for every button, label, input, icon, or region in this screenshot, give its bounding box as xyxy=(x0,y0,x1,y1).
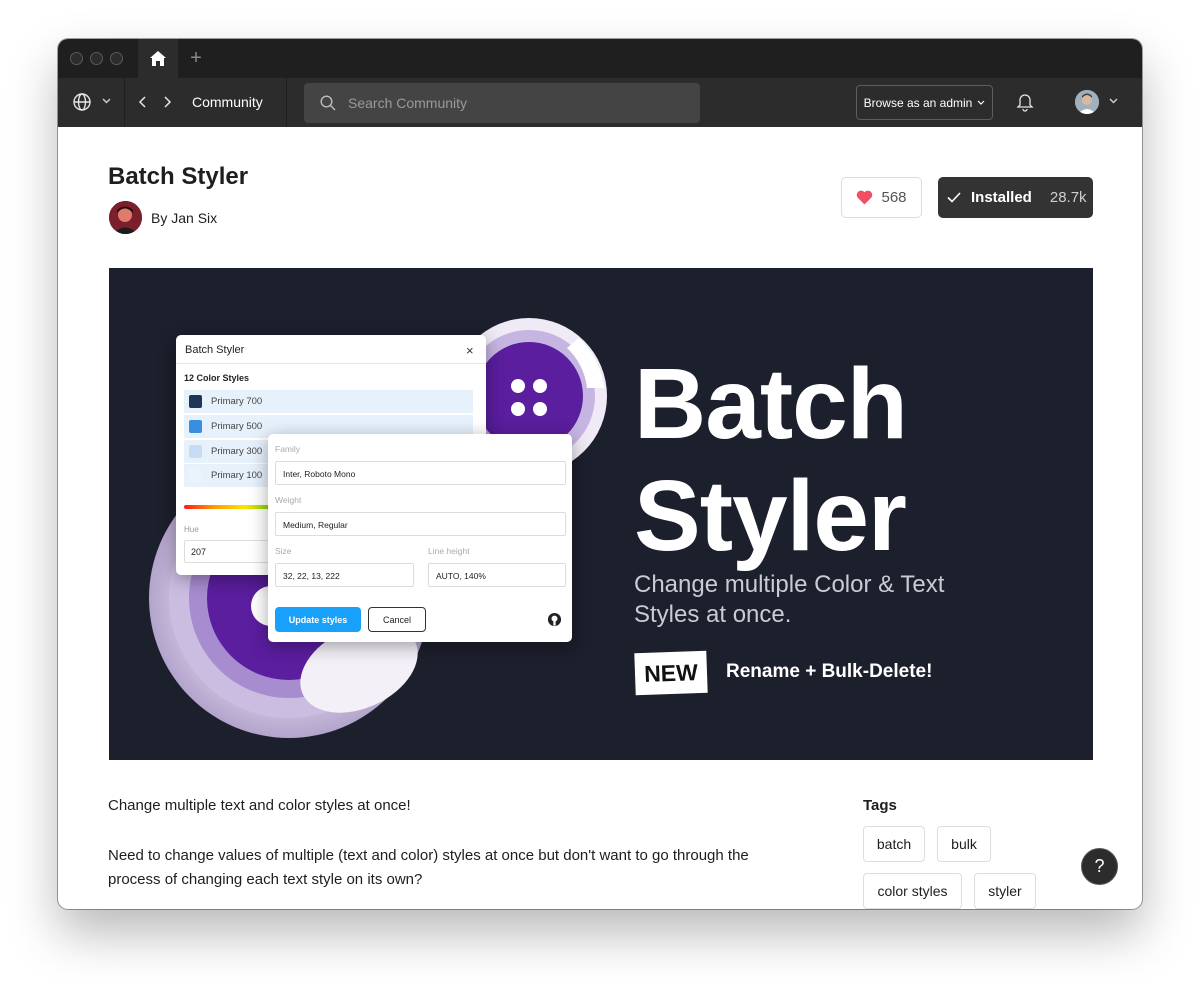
hero-title-line: Styler xyxy=(634,460,907,572)
description-body: Need to change values of multiple (text … xyxy=(108,847,749,888)
user-avatar[interactable] xyxy=(1075,90,1099,114)
checkmark-icon xyxy=(947,192,961,203)
installed-button[interactable]: Installed 28.7k xyxy=(938,177,1093,218)
weight-label: Weight xyxy=(275,495,302,505)
maximize-window-button[interactable] xyxy=(110,52,123,65)
color-style-label: Primary 300 xyxy=(211,446,263,457)
install-count: 28.7k xyxy=(1049,189,1087,206)
author-avatar[interactable] xyxy=(109,201,142,234)
hero-title-line: Batch xyxy=(634,348,908,460)
back-arrow-icon[interactable] xyxy=(138,94,148,110)
breadcrumb[interactable]: Community xyxy=(192,94,263,110)
tag-bulk[interactable]: bulk xyxy=(937,826,991,862)
installed-label: Installed xyxy=(971,189,1032,206)
update-styles-button[interactable]: Update styles xyxy=(275,607,361,632)
search-input[interactable] xyxy=(348,83,688,123)
search-icon xyxy=(320,95,336,111)
minimize-window-button[interactable] xyxy=(90,52,103,65)
globe-icon[interactable] xyxy=(72,92,92,112)
like-button[interactable]: 568 xyxy=(841,177,922,218)
panel-title: Batch Styler xyxy=(185,344,245,356)
hero-title: Batch Styler xyxy=(634,348,908,572)
hero-subtitle: Change multiple Color & Text Styles at o… xyxy=(634,571,945,628)
help-icon: ? xyxy=(1094,856,1105,876)
description-intro: Change multiple text and color styles at… xyxy=(108,797,411,814)
line-height-label: Line height xyxy=(428,546,470,556)
plugin-title: Batch Styler xyxy=(108,163,249,190)
forward-arrow-icon[interactable] xyxy=(162,94,172,110)
home-icon xyxy=(150,51,166,66)
cancel-button[interactable]: Cancel xyxy=(368,607,426,632)
text-styles-panel: Family Inter, Roboto Mono Weight Medium,… xyxy=(268,434,572,642)
color-style-label: Primary 700 xyxy=(211,396,263,407)
color-style-label: Primary 500 xyxy=(211,421,263,432)
hue-gradient-slider[interactable] xyxy=(184,505,274,509)
title-bar: + xyxy=(58,39,1142,78)
color-styles-count: 12 Color Styles xyxy=(184,373,250,383)
author-photo xyxy=(109,201,142,234)
help-button[interactable]: ? xyxy=(1081,848,1118,885)
chevron-down-icon[interactable] xyxy=(1109,98,1118,104)
color-swatch xyxy=(189,469,202,482)
github-icon[interactable] xyxy=(547,612,562,627)
hero-banner: Batch Styler × 12 Color Styles Primary 7… xyxy=(109,268,1093,760)
browse-as-admin-label: Browse as an admin xyxy=(863,95,973,110)
weight-input[interactable]: Medium, Regular xyxy=(275,512,566,536)
color-style-row[interactable]: Primary 700 xyxy=(184,390,473,413)
browser-window: + Community Browse as an ad xyxy=(58,39,1142,909)
tag-styler[interactable]: styler xyxy=(974,873,1036,909)
nav-bar: Community Browse as an admin xyxy=(58,78,1142,127)
color-swatch xyxy=(189,395,202,408)
new-badge: NEW xyxy=(634,650,708,696)
family-label: Family xyxy=(275,444,301,454)
chevron-down-icon[interactable] xyxy=(102,98,111,104)
tags-heading: Tags xyxy=(863,797,897,814)
heart-icon xyxy=(857,190,873,205)
hue-label: Hue xyxy=(184,525,199,534)
panel-divider xyxy=(176,363,486,364)
search-bar[interactable] xyxy=(304,83,700,123)
nav-divider xyxy=(286,78,287,127)
size-input[interactable]: 32, 22, 13, 222 xyxy=(275,563,414,587)
color-style-label: Primary 100 xyxy=(211,470,263,481)
user-photo xyxy=(1075,90,1099,114)
new-tab-button[interactable]: + xyxy=(184,39,208,78)
tag-batch[interactable]: batch xyxy=(863,826,925,862)
tag-color-styles[interactable]: color styles xyxy=(863,873,962,909)
hero-feature-text: Rename + Bulk-Delete! xyxy=(726,661,933,682)
bell-icon[interactable] xyxy=(1016,92,1034,112)
home-tab[interactable] xyxy=(138,39,178,78)
size-label: Size xyxy=(275,546,292,556)
hue-input[interactable]: 207 xyxy=(184,540,274,563)
author-name[interactable]: By Jan Six xyxy=(151,210,217,226)
like-count: 568 xyxy=(881,189,907,206)
color-swatch xyxy=(189,420,202,433)
close-window-button[interactable] xyxy=(70,52,83,65)
browse-as-admin-button[interactable]: Browse as an admin xyxy=(856,85,993,120)
color-swatch xyxy=(189,445,202,458)
chevron-down-icon xyxy=(977,100,985,105)
line-height-input[interactable]: AUTO, 140% xyxy=(428,563,566,587)
close-icon[interactable]: × xyxy=(466,343,474,358)
family-input[interactable]: Inter, Roboto Mono xyxy=(275,461,566,485)
plus-icon: + xyxy=(190,47,202,69)
nav-divider xyxy=(124,78,125,127)
